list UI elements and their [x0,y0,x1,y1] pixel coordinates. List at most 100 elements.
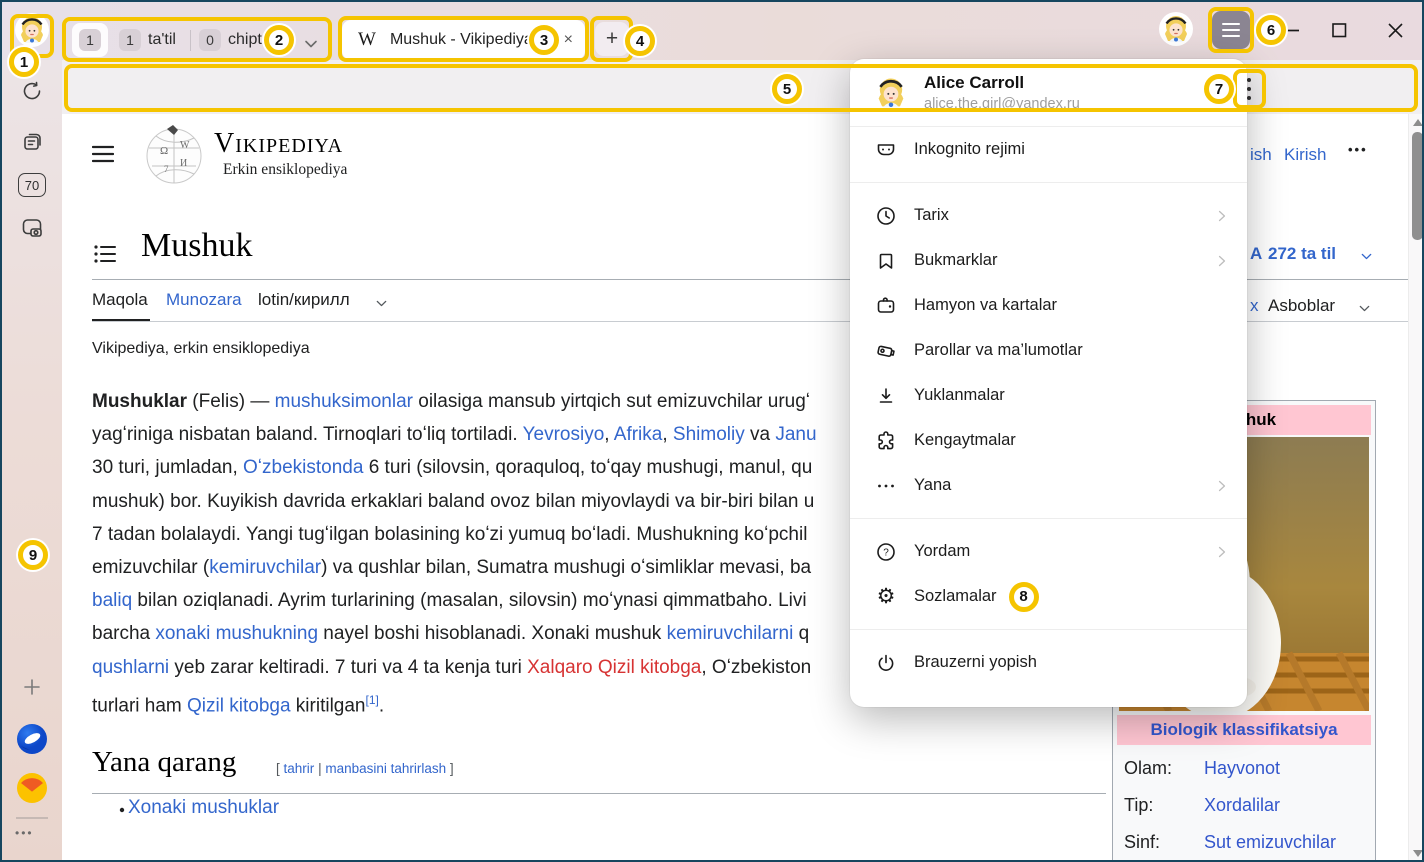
scroll-down-arrow[interactable] [1413,850,1423,857]
article-link[interactable]: [1] [366,693,379,707]
tab-article[interactable]: Maqola [92,290,148,310]
user-name: Alice Carroll [924,73,1080,93]
article-link[interactable]: Afrika [614,424,663,445]
article-line: qushlarni yeb zarar keltiradi. 7 turi va… [92,651,854,684]
scroll-up-arrow[interactable] [1413,119,1423,126]
languages-chevron-icon[interactable] [1359,249,1374,264]
menu-item-incognito[interactable]: Inkognito rejimi [850,127,1247,172]
create-account-link-fragment[interactable]: ish [1250,145,1272,165]
edit-source-link[interactable]: manbasini tahrirlash [325,761,446,776]
article-text: yeb zarar keltiradi. 7 turi va 4 ta kenj… [169,657,527,678]
article-link[interactable]: Yevrosiyo [523,424,605,445]
callout-7: 7 [1204,74,1234,104]
profile-avatar-right[interactable] [1159,12,1193,46]
article-link[interactable]: Oʻzbekistonda [243,457,363,478]
edit-link[interactable]: tahrir [284,761,315,776]
ellipsis-icon [874,474,898,498]
tools-button[interactable]: Asboblar [1268,296,1335,316]
wallet-icon [874,294,898,318]
menu-item-label: Yuklanmalar [914,386,1005,405]
menu-item-quit[interactable]: Brauzerni yopish [850,640,1247,685]
menu-item-bookmarks[interactable]: Bukmarklar [850,238,1247,283]
menu-item-wallet[interactable]: Hamyon va kartalar [850,283,1247,328]
yandex-browser-icon[interactable] [17,724,47,754]
infobox-row-link[interactable]: Hayvonot [1204,758,1280,779]
menu-item-more[interactable]: Yana [850,463,1247,508]
group-1-label[interactable]: ta'til [148,31,176,49]
article-link[interactable]: Shimoliy [673,424,745,445]
article-text: yagʻriniga nisbatan baland. Tirnoqlari t… [92,424,523,445]
list-bullet [120,808,124,812]
article-line: mushuk) bor. Kuyikish davrida erkaklari … [92,485,854,518]
article-link[interactable]: xonaki mushukning [155,623,318,644]
sidebar-add-icon[interactable] [23,678,41,696]
wikipedia-favicon: W [358,29,376,51]
menu-user-header[interactable]: Alice Carroll alice.the.girl@yandex.ru [850,59,1247,127]
feed-notes-icon[interactable] [21,131,43,153]
infobox-row-link[interactable]: Xordalilar [1204,795,1280,816]
page-scrollbar[interactable] [1408,114,1424,862]
tab-talk[interactable]: Munozara [166,290,242,310]
tab-variant[interactable]: lotin/кирилл [258,290,350,310]
svg-text:?: ? [883,547,889,558]
menu-item-passwords[interactable]: Parollar va ma’lumotlar [850,328,1247,373]
tab-close-icon[interactable]: × [564,31,573,49]
menu-item-downloads[interactable]: Yuklanmalar [850,373,1247,418]
maximize-button[interactable] [1332,23,1347,38]
infobox-row-label: Olam: [1124,758,1204,779]
menu-item-help[interactable]: ? Yordam [850,529,1247,574]
infobox-row: Tip: Xordalilar [1116,787,1372,824]
article-text: turlari ham [92,695,187,716]
article-title: Mushuk [141,227,252,265]
article-link[interactable]: Janu [775,424,816,445]
bracket: [ [276,761,280,776]
history-sync-icon[interactable] [21,80,43,102]
variant-chevron-icon[interactable] [374,296,389,311]
svg-text:W: W [180,140,190,151]
article-link[interactable]: baliq [92,590,132,611]
menu-item-extensions[interactable]: Kengaytmalar [850,418,1247,463]
article-text: nayel boshi hisoblanadi. Xonaki mushuk [318,623,667,644]
chevron-right-icon [1213,477,1231,495]
tools-chevron-icon[interactable] [1357,301,1372,316]
article-body: Mushuklar (Felis) — mushuksimonlar oilas… [92,385,854,717]
wiki-wordmark[interactable]: Vikipediya [214,128,343,160]
groups-chevron-down-icon[interactable] [302,35,320,53]
pipe: | [318,761,322,776]
login-link[interactable]: Kirish [1284,145,1327,165]
menu-item-label: Sozlamalar [914,587,997,606]
menu-item-settings[interactable]: ⚙ Sozlamalar 8 [850,574,1247,619]
infobox-section-header[interactable]: Biologik klassifikatsiya [1117,715,1371,745]
close-button[interactable] [1388,23,1403,38]
yandex-mail-icon[interactable] [17,773,47,803]
article-link[interactable]: qushlarni [92,657,169,678]
sidebar-divider [16,817,48,819]
menu-item-label: Parollar va ma’lumotlar [914,341,1083,360]
see-also-rule [92,793,1106,794]
tab-counter[interactable]: 70 [18,173,46,197]
article-link[interactable]: Xalqaro Qizil kitobga [527,657,701,678]
article-text: mushuk) bor. Kuyikish davrida erkaklari … [92,491,814,512]
menu-item-history[interactable]: Tarix [850,193,1247,238]
wiki-hamburger-icon[interactable] [92,144,114,164]
article-link[interactable]: kemiruvchilarni [667,623,794,644]
profile-avatar[interactable] [15,13,49,47]
browser-menu-button[interactable] [1212,11,1250,49]
sidebar-more-dots[interactable]: ••• [15,826,34,840]
header-more-icon[interactable]: ••• [1348,142,1368,157]
infobox-row-link[interactable]: Sut emizuvchilar [1204,832,1336,853]
screenshot-icon[interactable] [20,216,44,240]
tab-group-active-chip[interactable]: 1 [72,23,108,57]
minimize-button[interactable] [1286,29,1300,32]
see-also-item-link[interactable]: Xonaki mushuklar [128,797,279,819]
languages-button[interactable]: 272 ta til [1268,244,1336,264]
article-link[interactable]: Qizil kitobga [187,695,291,716]
menu-kebab-icon[interactable] [1245,76,1253,102]
browser-dropdown-menu: Alice Carroll alice.the.girl@yandex.ru I… [850,59,1247,707]
contents-toc-icon[interactable] [94,244,116,264]
scrollbar-thumb[interactable] [1412,132,1423,240]
language-icon-fragment: A [1250,244,1262,264]
article-link[interactable]: kemiruvchilar [209,557,321,578]
article-link[interactable]: mushuksimonlar [275,391,413,412]
new-tab-button[interactable]: + [595,22,629,56]
